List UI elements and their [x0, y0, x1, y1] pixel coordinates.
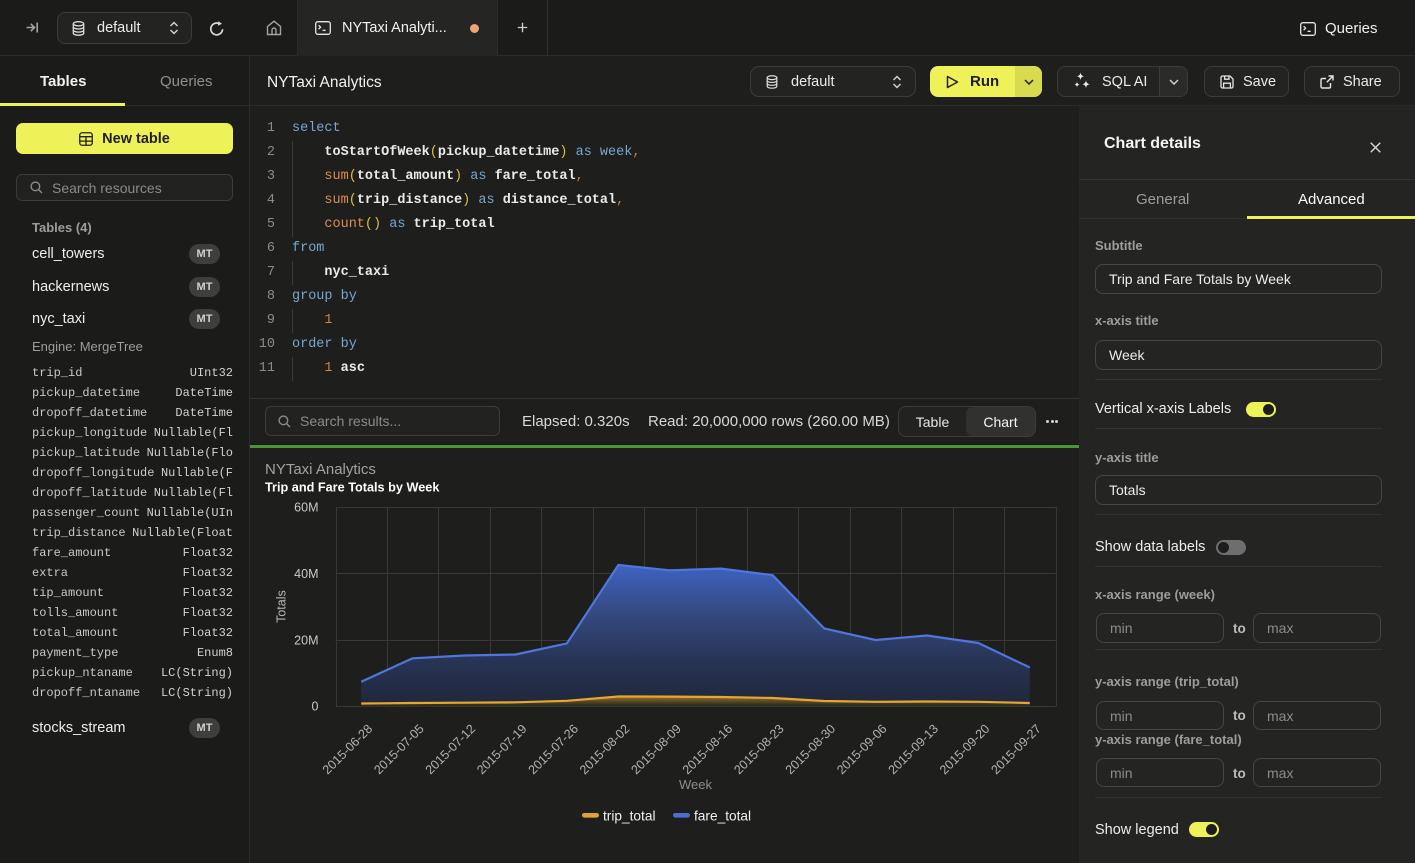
svg-text:NYTaxi Analytics: NYTaxi Analytics — [265, 461, 376, 478]
svg-text:2015-08-09: 2015-08-09 — [628, 722, 683, 777]
svg-text:2015-09-13: 2015-09-13 — [886, 722, 941, 777]
svg-text:2015-08-23: 2015-08-23 — [731, 722, 786, 777]
svg-text:trip_total: trip_total — [603, 809, 656, 824]
svg-text:2015-06-28: 2015-06-28 — [320, 722, 375, 777]
svg-text:Week: Week — [679, 777, 712, 792]
svg-text:0: 0 — [312, 700, 319, 714]
svg-text:2015-09-20: 2015-09-20 — [937, 722, 992, 777]
svg-text:2015-08-30: 2015-08-30 — [783, 722, 838, 777]
svg-text:2015-09-27: 2015-09-27 — [988, 722, 1043, 777]
svg-text:2015-07-05: 2015-07-05 — [371, 722, 426, 777]
svg-text:60M: 60M — [294, 501, 318, 515]
svg-text:2015-07-26: 2015-07-26 — [526, 722, 581, 777]
svg-text:2015-07-19: 2015-07-19 — [474, 722, 529, 777]
svg-text:20M: 20M — [294, 633, 318, 647]
svg-text:2015-08-02: 2015-08-02 — [577, 722, 632, 777]
svg-text:2015-07-12: 2015-07-12 — [423, 722, 478, 777]
svg-text:Trip and Fare Totals by Week: Trip and Fare Totals by Week — [265, 481, 440, 495]
svg-text:fare_total: fare_total — [694, 809, 751, 824]
svg-text:Totals: Totals — [275, 590, 289, 623]
svg-text:2015-08-16: 2015-08-16 — [680, 722, 735, 777]
svg-text:2015-09-06: 2015-09-06 — [834, 722, 889, 777]
svg-text:40M: 40M — [294, 567, 318, 581]
